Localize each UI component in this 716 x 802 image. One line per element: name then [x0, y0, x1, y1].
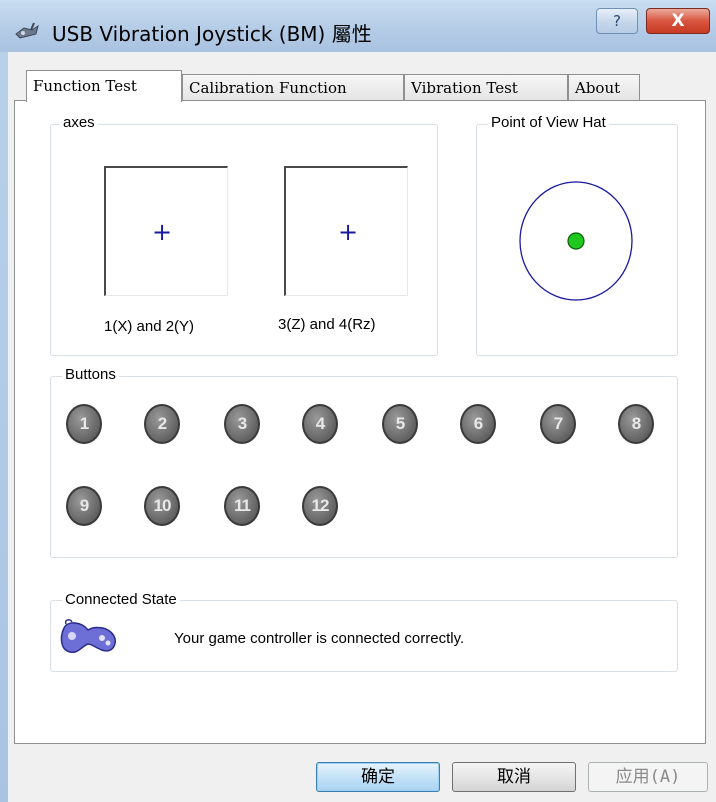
apply-button[interactable]: 应用(A) — [588, 762, 708, 792]
axis-zrz-label: 3(Z) and 4(Rz) — [278, 316, 376, 333]
buttons-group-label: Buttons — [62, 366, 119, 383]
axis-zrz-box: + — [284, 166, 408, 296]
joystick-button-2: 2 — [144, 404, 180, 444]
buttons-group — [50, 376, 678, 558]
joystick-button-3: 3 — [224, 404, 260, 444]
joystick-button-8: 8 — [618, 404, 654, 444]
joystick-button-4: 4 — [302, 404, 338, 444]
pov-center-dot — [567, 232, 585, 250]
tab-about[interactable]: About — [568, 74, 640, 101]
connection-status-text: Your game controller is connected correc… — [174, 630, 465, 647]
joystick-button-5: 5 — [382, 404, 418, 444]
axis-xy-box: + — [104, 166, 228, 296]
pov-hat-indicator — [519, 181, 633, 301]
window-title: USB Vibration Joystick (BM) 屬性 — [52, 22, 372, 46]
close-button[interactable]: X — [646, 8, 710, 34]
gamepad-icon — [60, 619, 116, 654]
properties-window: USB Vibration Joystick (BM) 屬性 ? X Funct… — [0, 0, 716, 802]
axis-zrz-crosshair: + — [338, 218, 359, 246]
axis-xy-crosshair: + — [152, 218, 173, 246]
joystick-button-9: 9 — [66, 486, 102, 526]
connected-state-group-label: Connected State — [62, 591, 180, 608]
joystick-button-10: 10 — [144, 486, 180, 526]
joystick-button-1: 1 — [66, 404, 102, 444]
title-bar[interactable]: USB Vibration Joystick (BM) 屬性 ? X — [0, 0, 716, 52]
joystick-button-11: 11 — [224, 486, 260, 526]
ok-button[interactable]: 确定 — [316, 762, 440, 792]
joystick-button-6: 6 — [460, 404, 496, 444]
tab-vibration-test[interactable]: Vibration Test — [404, 74, 568, 101]
joystick-button-12: 12 — [302, 486, 338, 526]
cancel-button[interactable]: 取消 — [452, 762, 576, 792]
tab-calibration-function[interactable]: Calibration Function — [182, 74, 404, 101]
help-button[interactable]: ? — [596, 8, 638, 34]
axes-group-label: axes — [60, 114, 98, 131]
tab-function-test[interactable]: Function Test — [26, 70, 182, 102]
pov-hat-group-label: Point of View Hat — [488, 114, 609, 131]
joystick-button-7: 7 — [540, 404, 576, 444]
axis-xy-label: 1(X) and 2(Y) — [104, 318, 195, 335]
joystick-icon — [15, 22, 39, 39]
